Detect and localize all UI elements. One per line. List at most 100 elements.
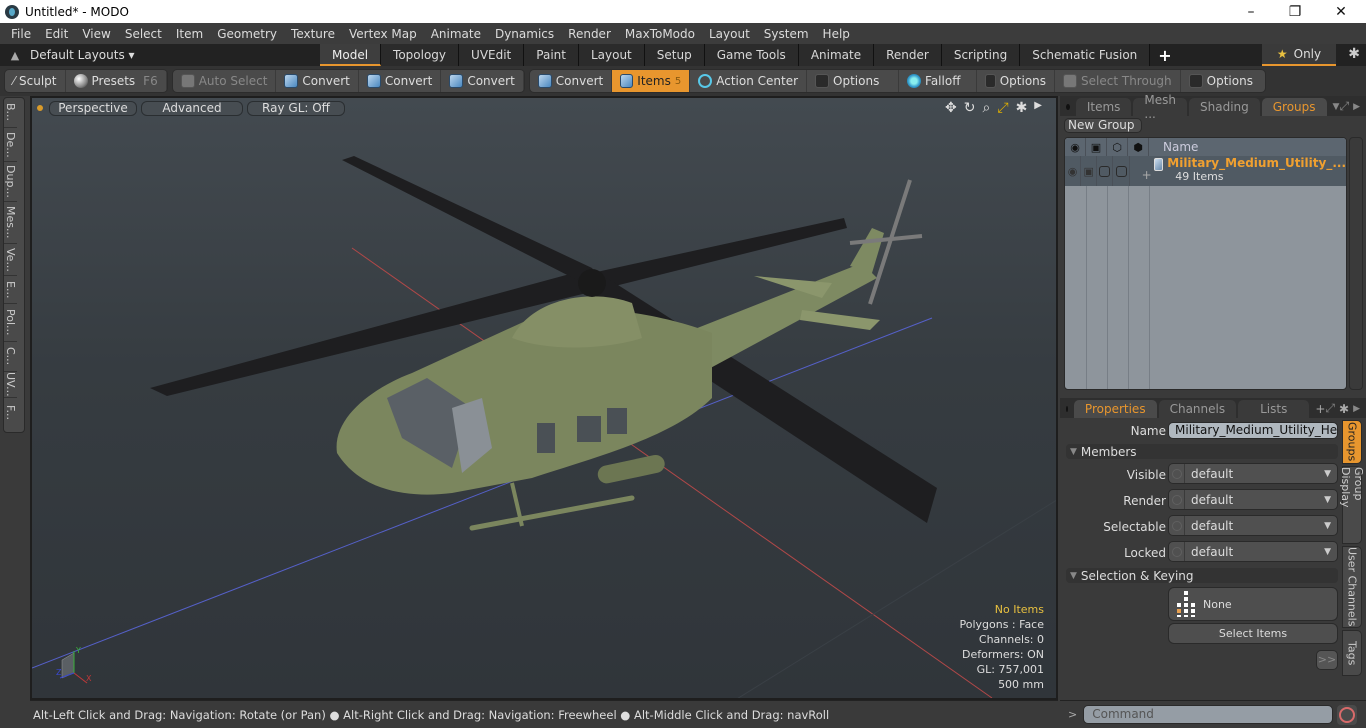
menu-edit[interactable]: Edit <box>38 27 75 41</box>
tab-mesh[interactable]: Mesh ... <box>1133 93 1187 121</box>
visibility-header-icon[interactable]: ◉ <box>1065 138 1086 156</box>
left-tab-basic[interactable]: B... <box>4 98 17 128</box>
left-tab-polygon[interactable]: Pol... <box>4 304 17 342</box>
convert-edges-button[interactable]: Convert <box>359 70 442 92</box>
menu-animate[interactable]: Animate <box>424 27 488 41</box>
visible-key-radio[interactable] <box>1169 464 1185 483</box>
tab-lists[interactable]: Lists <box>1238 400 1310 418</box>
side-tab-group-display[interactable]: Group Display <box>1339 466 1365 544</box>
menu-maxtomodo[interactable]: MaxToModo <box>618 27 702 41</box>
rotate-icon[interactable]: ↻ <box>964 100 976 116</box>
minimize-button[interactable]: – <box>1228 0 1274 23</box>
action-center-options-button[interactable]: Options <box>807 70 900 92</box>
left-tab-vertex[interactable]: Ve... <box>4 244 17 276</box>
group-row[interactable]: ◉ ▣ + Military_Medium_Utility_... 49 Ite… <box>1065 156 1346 186</box>
sculpt-button[interactable]: ⁄ Sculpt <box>5 70 66 92</box>
tab-uvedit[interactable]: UVEdit <box>459 44 525 66</box>
selectable-header-icon[interactable]: ⬡ <box>1107 138 1128 156</box>
gear-icon[interactable]: ✱ <box>1339 402 1349 416</box>
tab-channels[interactable]: Channels <box>1158 400 1237 418</box>
visible-dropdown[interactable]: default ▼ <box>1168 463 1338 484</box>
menu-file[interactable]: File <box>4 27 38 41</box>
selectable-key-radio[interactable] <box>1169 516 1185 535</box>
tab-topology[interactable]: Topology <box>381 44 460 66</box>
move-icon[interactable]: ✥ <box>945 100 957 116</box>
expand-panel-icon[interactable]: ⤢ <box>1325 401 1335 416</box>
record-macro-button[interactable] <box>1337 704 1358 725</box>
left-tab-curve[interactable]: C... <box>4 342 17 372</box>
tab-render[interactable]: Render <box>874 44 942 66</box>
selection-keying-section[interactable]: ▼ Selection & Keying <box>1066 568 1338 583</box>
menu-render[interactable]: Render <box>561 27 618 41</box>
locked-toggle[interactable] <box>1113 156 1130 186</box>
convert-materials-button[interactable]: Convert <box>530 70 613 92</box>
side-tab-tags[interactable]: Tags <box>1342 630 1362 676</box>
gear-icon[interactable]: ✱ <box>1016 100 1028 116</box>
groups-list-scrollbar[interactable] <box>1349 137 1363 390</box>
tab-schematic-fusion[interactable]: Schematic Fusion <box>1020 44 1151 66</box>
left-tab-fusion[interactable]: F... <box>4 398 17 428</box>
falloff-button[interactable]: Falloff <box>899 70 978 92</box>
add-tab-button[interactable]: + <box>1315 402 1325 416</box>
render-dropdown[interactable]: default ▼ <box>1168 489 1338 510</box>
presets-button[interactable]: Presets F6 <box>66 70 167 92</box>
tab-layout[interactable]: Layout <box>578 44 645 66</box>
viewport-status-dot[interactable] <box>37 105 43 111</box>
fit-icon[interactable]: ⤢ <box>997 100 1008 116</box>
members-section[interactable]: ▼ Members <box>1066 444 1338 459</box>
render-key-radio[interactable] <box>1169 490 1185 509</box>
side-tab-user-channels[interactable]: User Channels <box>1342 546 1362 628</box>
menu-geometry[interactable]: Geometry <box>210 27 284 41</box>
tab-animate[interactable]: Animate <box>798 44 875 66</box>
side-tab-groups[interactable]: Groups <box>1342 420 1362 464</box>
select-through-options-button[interactable]: Options <box>1181 70 1265 92</box>
3d-viewport[interactable]: Y X Z Perspective Advanced Ray GL: Off ✥… <box>30 96 1058 700</box>
view-mode-button[interactable]: Perspective <box>49 100 137 116</box>
action-center-button[interactable]: Action Center <box>690 70 808 92</box>
menu-view[interactable]: View <box>75 27 117 41</box>
menu-texture[interactable]: Texture <box>284 27 342 41</box>
panel-more-icon[interactable]: ▶ <box>1353 102 1360 112</box>
convert-vertices-button[interactable]: Convert <box>276 70 359 92</box>
tab-shading[interactable]: Shading <box>1189 98 1260 116</box>
locked-key-radio[interactable] <box>1169 542 1185 561</box>
render-header-icon[interactable]: ▣ <box>1086 138 1107 156</box>
tab-setup[interactable]: Setup <box>644 44 705 66</box>
only-toggle-button[interactable]: ★ Only <box>1262 44 1336 66</box>
menu-item[interactable]: Item <box>169 27 210 41</box>
left-tab-duplicate[interactable]: Dup... <box>4 162 17 202</box>
close-button[interactable]: ✕ <box>1318 0 1364 23</box>
new-group-button[interactable]: New Group <box>1064 118 1142 133</box>
render-toggle-icon[interactable]: ▣ <box>1081 156 1098 186</box>
tab-properties[interactable]: Properties <box>1073 400 1157 418</box>
locked-dropdown[interactable]: default ▼ <box>1168 541 1338 562</box>
tab-paint[interactable]: Paint <box>524 44 579 66</box>
left-tab-uv[interactable]: UV... <box>4 372 17 398</box>
panel-more-icon[interactable]: ▶ <box>1353 404 1360 414</box>
shading-mode-button[interactable]: Advanced <box>141 100 243 116</box>
auto-select-button[interactable]: Auto Select <box>173 70 277 92</box>
convert-polygons-button[interactable]: Convert <box>441 70 524 92</box>
expand-group-icon[interactable]: + <box>1142 168 1152 186</box>
collapse-up-icon[interactable]: ▲ <box>0 49 30 62</box>
raygl-button[interactable]: Ray GL: Off <box>247 100 345 116</box>
select-through-button[interactable]: Select Through <box>1055 70 1181 92</box>
menu-system[interactable]: System <box>757 27 816 41</box>
selectable-toggle[interactable] <box>1097 156 1114 186</box>
menu-layout[interactable]: Layout <box>702 27 757 41</box>
tab-scripting[interactable]: Scripting <box>941 44 1021 66</box>
menu-help[interactable]: Help <box>816 27 857 41</box>
menu-vertex-map[interactable]: Vertex Map <box>342 27 424 41</box>
left-tab-deform[interactable]: De... <box>4 128 17 162</box>
tab-groups[interactable]: Groups <box>1261 98 1327 116</box>
select-items-button[interactable]: Select Items <box>1168 623 1338 644</box>
default-layouts-dropdown[interactable]: Default Layouts ▾ <box>30 48 320 62</box>
selectable-dropdown[interactable]: default ▼ <box>1168 515 1338 536</box>
left-tab-mesh-edit[interactable]: Mes... <box>4 202 17 244</box>
more-options-button[interactable]: >> <box>1316 650 1338 670</box>
falloff-options-button[interactable]: Options <box>977 70 1056 92</box>
menu-select[interactable]: Select <box>118 27 169 41</box>
restore-button[interactable]: ❐ <box>1272 0 1318 23</box>
zoom-icon[interactable]: ⌕ <box>983 100 991 116</box>
gear-icon[interactable]: ✱ <box>1348 46 1360 62</box>
